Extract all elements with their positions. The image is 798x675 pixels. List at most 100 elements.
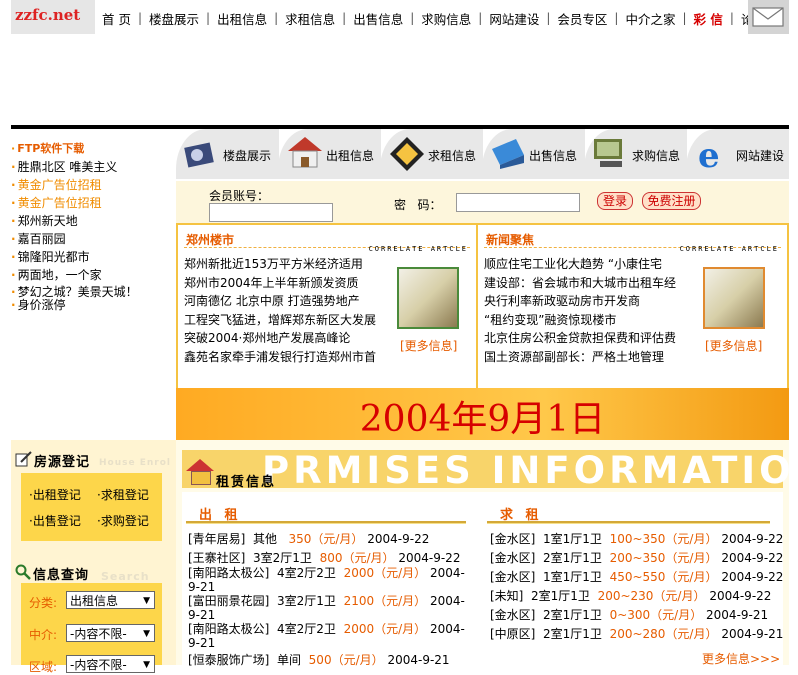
news-item[interactable]: 突破2004·郑州地产发展高峰论 (184, 329, 376, 348)
news-thumbnail[interactable] (703, 267, 765, 329)
news-item[interactable]: 鑫苑名家牵手浦发银行打造郑州市首 (184, 348, 376, 367)
query-region-select[interactable]: -内容不限- ▼ (66, 655, 155, 673)
mail-icon[interactable] (748, 0, 789, 34)
nav-rent-out[interactable]: 出租信息 (210, 9, 274, 28)
login-button[interactable]: 登录 (597, 192, 633, 210)
nav-agency-home[interactable]: 中介之家 (618, 9, 682, 28)
rent-out-row[interactable]: [南阳路太极公] 4室2厅2卫 2000（元/月） 2004-9-21 (188, 622, 466, 650)
password-input[interactable] (456, 193, 580, 212)
rent-out-row[interactable]: [王寨社区] 3室2厅1卫 800（元/月） 2004-9-22 (188, 549, 460, 566)
register-want-buy-link[interactable]: ·求购登记 (97, 512, 149, 529)
rent-out-row[interactable]: [恒泰服饰广场] 单间 500（元/月） 2004-9-21 (188, 651, 450, 668)
rent-out-rule (186, 521, 466, 524)
dropdown-arrow-icon: ▼ (143, 629, 150, 639)
tab-want-rent[interactable]: 求租信息 (380, 129, 483, 179)
panel-tag: CORRELATE ARTCLE (679, 245, 779, 253)
nav-want-buy[interactable]: 求购信息 (414, 9, 478, 28)
left-link-item[interactable]: · 黄金广告位招租 (11, 194, 176, 212)
news-item[interactable]: 央行利率新政驱动房市开发商 (484, 292, 676, 311)
tab-website-build[interactable]: e 网站建设 (686, 129, 789, 179)
tab-label: 出租信息 (326, 149, 375, 163)
dropdown-arrow-icon: ▼ (143, 596, 150, 606)
top-nav: 首 页 | 楼盘展示 | 出租信息 | 求租信息 | 出售信息 | 求购信息 | 网站建设 |… (95, 8, 773, 28)
tab-label: 网站建设 (736, 149, 785, 163)
date-text: 2004年9月1日 (359, 399, 606, 440)
tab-property-showcase[interactable]: 楼盘展示 (176, 129, 279, 179)
left-link-item[interactable]: · 嘉百丽园 (11, 230, 176, 248)
register-rent-out-link[interactable]: ·出租登记 (29, 486, 81, 503)
logo-text: zzfc.net (15, 6, 81, 24)
left-link-item[interactable]: · 两面地，一个家 (11, 266, 176, 284)
film-camera-icon (184, 142, 214, 168)
left-link-item[interactable]: · 黄金广告位招租 (11, 176, 176, 194)
news-item[interactable]: 河南德亿 北京中原 打造强势地产 (184, 292, 376, 311)
rental-more-link[interactable]: 更多信息>>> (702, 650, 780, 667)
left-link-item[interactable]: · FTP软件下载 (11, 140, 176, 158)
tab-rent-out[interactable]: 出租信息 (278, 129, 381, 179)
nav-for-sale[interactable]: 出售信息 (346, 9, 410, 28)
svg-text:e: e (698, 136, 720, 173)
category-tab-bar: 楼盘展示 出租信息 求租信息 出售信息 求购信息 e 网站建设 (176, 129, 789, 181)
left-link-item[interactable]: · 锦隆阳光都市 (11, 248, 176, 266)
news-thumbnail[interactable] (397, 267, 459, 329)
rent-out-row[interactable]: [富田丽景花园] 3室2厅1卫 2100（元/月） 2004-9-21 (188, 594, 466, 622)
news-item[interactable]: 郑州市2004年上半年新颁发资质 (184, 274, 376, 293)
tab-label: 出售信息 (529, 149, 578, 163)
rent-out-row[interactable]: [青年居易] 其他 350（元/月） 2004-9-22 (188, 530, 429, 547)
query-agency-select[interactable]: -内容不限- ▼ (66, 624, 155, 642)
tab-label: 求租信息 (428, 149, 477, 163)
news-item[interactable]: 工程突飞猛进，增辉郑东新区大发展 (184, 311, 376, 330)
left-link-item[interactable]: · 身价涨停 (11, 299, 176, 312)
rental-title: 租赁信息 (216, 475, 277, 490)
nav-website-build[interactable]: 网站建设 (482, 9, 546, 28)
left-link-item[interactable]: · 郑州新天地 (11, 212, 176, 230)
blue-house-icon (492, 139, 524, 169)
panel-title: 新闻聚焦 (486, 233, 535, 247)
more-link[interactable]: [更多信息] (705, 337, 762, 354)
tab-for-sale[interactable]: 出售信息 (482, 129, 585, 179)
nav-member-zone[interactable]: 会员专区 (550, 9, 614, 28)
more-link[interactable]: [更多信息] (400, 337, 457, 354)
rental-watermark: PRMISES INFORMATION (262, 449, 798, 492)
news-item[interactable]: 郑州新批近153万平方米经济适用 (184, 255, 376, 274)
info-query-box: 分类: 出租信息 ▼ 中介: -内容不限- ▼ 区域: -内容不限- ▼ (21, 583, 162, 674)
info-query-title: 信息查询 (33, 568, 90, 583)
news-item[interactable]: “租约变现”融资惊现楼市 (484, 311, 676, 330)
internet-explorer-icon: e (698, 136, 720, 173)
site-logo[interactable]: zzfc.net (11, 0, 95, 34)
search-icon (15, 564, 31, 580)
computer-icon (594, 139, 622, 167)
rent-out-row[interactable]: [南阳路太极公] 4室2厅2卫 2000（元/月） 2004-9-21 (188, 566, 466, 594)
query-region-label: 区域: (29, 660, 58, 674)
query-category-label: 分类: (29, 596, 58, 610)
want-rent-row[interactable]: [未知] 2室1厅1卫 200~230（元/月） 2004-9-22 (490, 587, 771, 604)
nav-property-showcase[interactable]: 楼盘展示 (142, 9, 206, 28)
news-item[interactable]: 国土资源部副部长：严格土地管理 (484, 348, 676, 367)
dropdown-arrow-icon: ▼ (143, 660, 150, 670)
rental-house-icon (186, 459, 214, 485)
register-want-rent-link[interactable]: ·求租登记 (97, 486, 149, 503)
news-item[interactable]: 顺应住宅工业化大趋势 “小康住宅 (484, 255, 676, 274)
want-rent-row[interactable]: [金水区] 1室1厅1卫 450~550（元/月） 2004-9-22 (490, 568, 783, 585)
want-rent-row[interactable]: [金水区] 2室1厅1卫 0~300（元/月） 2004-9-21 (490, 606, 768, 623)
panel-tag: CORRELATE ARTCLE (368, 245, 468, 253)
left-link-item[interactable]: · 胜鼎北区 唯美主义 (11, 158, 176, 176)
tab-label: 求购信息 (632, 149, 681, 163)
road-sign-icon (390, 137, 424, 171)
register-button[interactable]: 免费注册 (642, 192, 701, 210)
account-input[interactable] (209, 203, 333, 222)
want-rent-row[interactable]: [金水区] 1室1厅1卫 100~350（元/月） 2004-9-22 (490, 530, 783, 547)
register-for-sale-link[interactable]: ·出售登记 (29, 512, 81, 529)
nav-mms[interactable]: 彩 信 (687, 9, 730, 28)
tab-want-buy[interactable]: 求购信息 (584, 129, 687, 179)
nav-want-rent[interactable]: 求租信息 (278, 9, 342, 28)
tab-label: 楼盘展示 (223, 149, 272, 163)
query-category-select[interactable]: 出租信息 ▼ (66, 591, 155, 609)
news-item[interactable]: 建设部：省会城市和大城市出租车经 (484, 274, 676, 293)
news-panel-zhengzhou: 郑州楼市 CORRELATE ARTCLE 郑州新批近153万平方米经济适用 郑… (176, 223, 478, 392)
want-rent-row[interactable]: [中原区] 2室1厅1卫 200~280（元/月） 2004-9-21 (490, 625, 783, 642)
register-pencil-icon (15, 451, 32, 467)
want-rent-row[interactable]: [金水区] 2室1厅1卫 200~350（元/月） 2004-9-22 (490, 549, 783, 566)
news-item[interactable]: 北京住房公积金贷款担保费和评估费 (484, 329, 676, 348)
nav-home[interactable]: 首 页 (95, 9, 138, 28)
